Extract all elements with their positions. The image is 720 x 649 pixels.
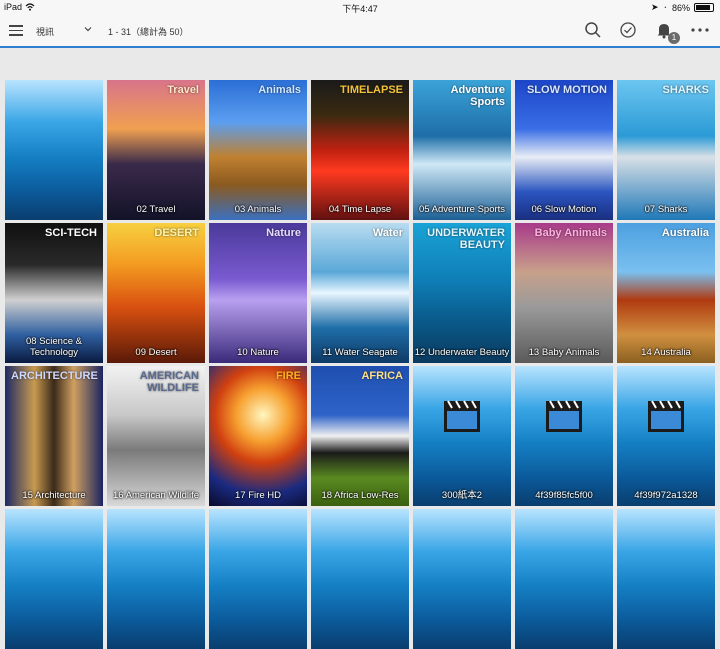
tile-caption: 12 Underwater Beauty xyxy=(414,347,510,358)
clapperboard-icon xyxy=(444,400,480,432)
battery-icon xyxy=(694,3,714,12)
video-tile[interactable]: 4f39f85fc5f00 xyxy=(515,366,613,506)
tile-caption: 17 Fire HD xyxy=(235,490,281,501)
tile-caption: 05 Adventure Sports xyxy=(418,204,506,215)
video-tile[interactable]: UNDERWATER BEAUTY 12 Underwater Beauty xyxy=(413,223,511,363)
tile-artwork-title: SHARKS xyxy=(662,84,709,96)
tile-artwork-title: Adventure Sports xyxy=(450,84,505,108)
video-tile[interactable]: SCI-TECH 08 Science & Technology xyxy=(5,223,103,363)
video-tile[interactable] xyxy=(617,509,715,649)
tile-artwork-title: FIRE xyxy=(275,370,301,382)
video-tile[interactable]: Adventure Sports 05 Adventure Sports xyxy=(413,80,511,220)
video-tile[interactable] xyxy=(515,509,613,649)
chevron-down-icon[interactable] xyxy=(83,24,93,34)
tile-artwork-title: Baby Animals xyxy=(534,227,607,239)
video-tile[interactable] xyxy=(413,509,511,649)
video-tile[interactable] xyxy=(311,509,409,649)
tile-artwork-title: Travel xyxy=(167,84,199,96)
search-icon[interactable] xyxy=(584,21,602,39)
tile-caption: 04 Time Lapse xyxy=(328,204,392,215)
toolbar: 視訊 1 - 31（總計為 50） 1 xyxy=(0,14,720,46)
clapperboard-icon xyxy=(648,400,684,432)
tile-caption: 10 Nature xyxy=(237,347,279,358)
hamburger-icon[interactable] xyxy=(9,25,23,36)
video-tile[interactable]: 300紙本2 xyxy=(413,366,511,506)
video-tile[interactable] xyxy=(5,509,103,649)
video-tile[interactable]: ARCHITECTURE 15 Architecture xyxy=(5,366,103,506)
tile-artwork-title: Water xyxy=(372,227,403,239)
video-tile[interactable]: Nature 10 Nature xyxy=(209,223,307,363)
video-tile[interactable]: Water 11 Water Seagate xyxy=(311,223,409,363)
item-range-label: 1 - 31（總計為 50） xyxy=(108,27,189,37)
tile-caption: 07 Sharks xyxy=(644,204,688,215)
tile-artwork-title: AFRICA xyxy=(361,370,403,382)
battery-percent: 86% xyxy=(671,2,690,13)
clapperboard-icon xyxy=(546,400,582,432)
status-right: ➤ ᛫ 86% xyxy=(651,2,714,13)
video-tile[interactable]: AMERICAN WILDLIFE 16 American Wildlife xyxy=(107,366,205,506)
video-tile[interactable]: SHARKS 07 Sharks xyxy=(617,80,715,220)
tile-caption: 15 Architecture xyxy=(22,490,86,501)
video-tile[interactable]: DESERT 09 Desert xyxy=(107,223,205,363)
video-tile[interactable]: Animals 03 Animals xyxy=(209,80,307,220)
status-bar: iPad 下午4:47 ➤ ᛫ 86% xyxy=(0,0,720,14)
video-tile[interactable]: Travel 02 Travel xyxy=(107,80,205,220)
tile-artwork-title: SCI-TECH xyxy=(45,227,97,239)
tile-artwork-title: UNDERWATER BEAUTY xyxy=(427,227,505,251)
tile-caption: 300紙本2 xyxy=(441,490,483,501)
tile-caption: 4f39f972a1328 xyxy=(634,490,698,501)
toolbar-accent-line xyxy=(0,46,720,48)
tile-caption: 13 Baby Animals xyxy=(528,347,600,358)
video-tile[interactable]: AFRICA 18 Africa Low-Res xyxy=(311,366,409,506)
video-tile[interactable] xyxy=(107,509,205,649)
check-circle-icon[interactable] xyxy=(619,21,637,39)
video-tile[interactable]: TIMELAPSE 04 Time Lapse xyxy=(311,80,409,220)
tile-artwork-title: DESERT xyxy=(154,227,199,239)
tile-artwork-title: AMERICAN WILDLIFE xyxy=(139,370,199,394)
tile-caption: 03 Animals xyxy=(234,204,282,215)
bluetooth-icon: ᛫ xyxy=(662,2,668,13)
video-tile[interactable]: 4f39f972a1328 xyxy=(617,366,715,506)
tile-caption: 4f39f85fc5f00 xyxy=(535,490,593,501)
tile-caption: 18 Africa Low-Res xyxy=(321,490,399,501)
location-icon: ➤ xyxy=(651,2,659,12)
video-tile[interactable]: SLOW MOTION 06 Slow Motion xyxy=(515,80,613,220)
notification-badge: 1 xyxy=(668,32,680,44)
category-label[interactable]: 視訊 xyxy=(36,25,54,38)
video-tile[interactable]: FIRE 17 Fire HD xyxy=(209,366,307,506)
video-tile[interactable] xyxy=(209,509,307,649)
tile-artwork-title: SLOW MOTION xyxy=(526,84,607,96)
tile-artwork-title: Nature xyxy=(266,227,301,239)
tile-caption: 14 Australia xyxy=(641,347,691,358)
tile-caption: 02 Travel xyxy=(136,204,176,215)
video-tile[interactable]: Baby Animals 13 Baby Animals xyxy=(515,223,613,363)
tile-caption: 06 Slow Motion xyxy=(531,204,597,215)
tile-caption: 09 Desert xyxy=(135,347,177,358)
tile-artwork-title: Australia xyxy=(661,227,709,239)
tile-artwork-title: Animals xyxy=(258,84,301,96)
tile-caption: 16 American Wildlife xyxy=(112,490,200,501)
video-tile[interactable] xyxy=(5,80,103,220)
video-tile[interactable]: Australia 14 Australia xyxy=(617,223,715,363)
tile-caption: 08 Science & Technology xyxy=(26,336,82,358)
tile-artwork-title: TIMELAPSE xyxy=(340,84,403,96)
tile-caption: 11 Water Seagate xyxy=(322,347,398,358)
tile-artwork-title: ARCHITECTURE xyxy=(11,370,98,382)
more-dots-icon[interactable] xyxy=(690,21,710,39)
